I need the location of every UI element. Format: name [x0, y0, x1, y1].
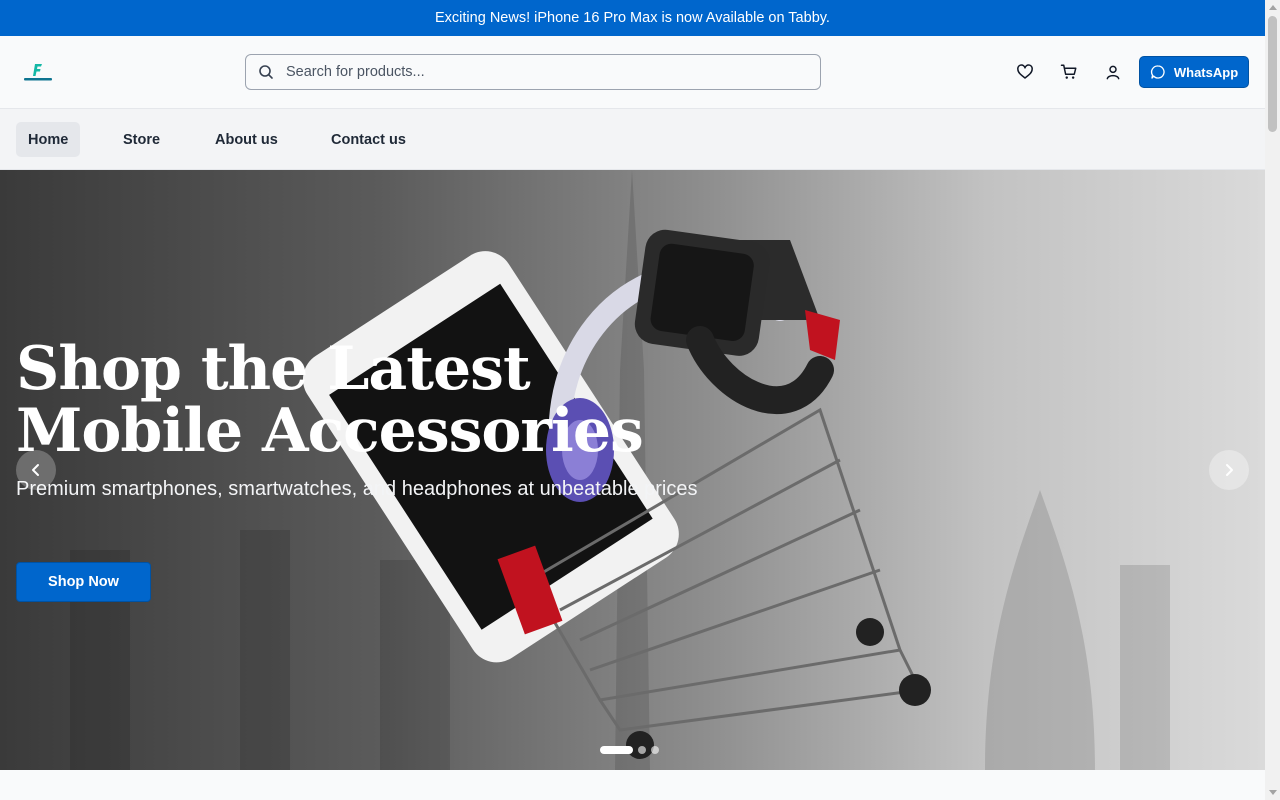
chevron-left-icon	[28, 462, 44, 478]
site-header: WhatsApp	[0, 36, 1265, 109]
carousel-dot-1[interactable]	[600, 746, 633, 754]
nav-item-about-us[interactable]: About us	[203, 122, 290, 157]
whatsapp-icon	[1150, 64, 1166, 80]
cart-icon[interactable]	[1059, 62, 1079, 82]
announcement-text: Exciting News! iPhone 16 Pro Max is now …	[435, 10, 830, 26]
main-nav: Home Store About us Contact us	[0, 109, 1265, 170]
nav-item-label: Home	[28, 131, 69, 148]
chevron-right-icon	[1221, 462, 1237, 478]
whatsapp-label: WhatsApp	[1173, 64, 1239, 80]
whatsapp-button[interactable]: WhatsApp	[1139, 56, 1249, 88]
hero-carousel: Shop the Latest Mobile Accessories Premi…	[0, 170, 1265, 770]
user-icon[interactable]	[1103, 62, 1123, 82]
carousel-next-button[interactable]	[1209, 450, 1249, 490]
nav-item-label: Store	[123, 131, 161, 148]
nav-item-home[interactable]: Home	[16, 122, 81, 157]
main-content: Exciting News! iPhone 16 Pro Max is now …	[0, 0, 1265, 800]
hero-title: Shop the Latest Mobile Accessories	[16, 334, 644, 466]
nav-item-store[interactable]: Store	[111, 122, 172, 157]
logo[interactable]	[22, 61, 54, 85]
carousel-dot-3[interactable]	[651, 746, 659, 754]
announcement-bar: Exciting News! iPhone 16 Pro Max is now …	[0, 0, 1265, 36]
shop-now-label: Shop Now	[48, 574, 119, 590]
nav-item-label: About us	[215, 131, 278, 148]
hero-subtitle: Premium smartphones, smartwatches, and h…	[16, 478, 698, 500]
search-input[interactable]	[286, 64, 786, 80]
page-scrollbar[interactable]	[1265, 0, 1280, 800]
nav-item-label: Contact us	[331, 131, 406, 148]
logo-icon	[24, 64, 52, 81]
scroll-down-arrow-icon[interactable]	[1269, 790, 1277, 795]
search-bar	[245, 54, 821, 90]
carousel-prev-button[interactable]	[16, 450, 56, 490]
carousel-dots	[600, 746, 659, 754]
shop-now-button[interactable]: Shop Now	[16, 562, 151, 602]
scrollbar-thumb[interactable]	[1268, 16, 1277, 132]
hero-image	[70, 170, 1170, 770]
heart-icon[interactable]	[1015, 62, 1035, 82]
carousel-dot-2[interactable]	[638, 746, 646, 754]
scroll-up-arrow-icon[interactable]	[1269, 5, 1277, 10]
search-icon	[258, 64, 274, 80]
page: Exciting News! iPhone 16 Pro Max is now …	[0, 0, 1280, 800]
nav-item-contact-us[interactable]: Contact us	[319, 122, 418, 157]
